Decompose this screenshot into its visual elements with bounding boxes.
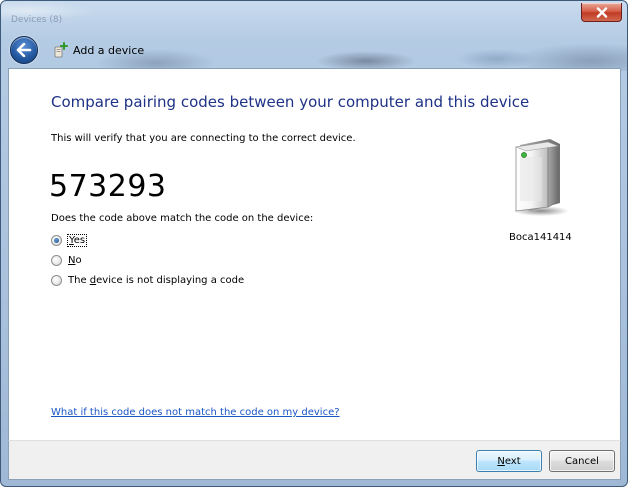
add-device-icon: [54, 42, 68, 58]
next-button[interactable]: Next: [476, 450, 542, 472]
help-link[interactable]: What if this code does not match the cod…: [51, 407, 340, 418]
radio-yes-label[interactable]: Yes: [66, 234, 88, 247]
printer-device-icon: [513, 139, 569, 216]
back-button[interactable]: [10, 36, 38, 64]
radio-no-code-label[interactable]: The device is not displaying a code: [68, 275, 244, 286]
radio-yes[interactable]: [51, 235, 62, 246]
pairing-code: 573293: [49, 169, 167, 204]
back-arrow-icon: [16, 43, 32, 57]
radio-no-label[interactable]: No: [68, 255, 82, 266]
wizard-header: Add a device: [8, 31, 621, 67]
close-button[interactable]: [581, 3, 622, 22]
background-window-title: Devices (8): [11, 15, 63, 25]
intro-text: This will verify that you are connecting…: [51, 133, 356, 144]
wizard-title: Add a device: [73, 44, 145, 57]
radio-option-no[interactable]: No: [51, 253, 82, 268]
radio-no-code[interactable]: [51, 275, 62, 286]
device-name: Boca141414: [509, 232, 572, 243]
main-instruction: Compare pairing codes between your compu…: [51, 93, 530, 111]
match-question: Does the code above match the code on th…: [51, 213, 314, 224]
content-panel: Compare pairing codes between your compu…: [8, 68, 621, 440]
radio-selected-dot: [54, 238, 59, 243]
radio-no[interactable]: [51, 255, 62, 266]
radio-option-yes[interactable]: Yes: [51, 233, 88, 248]
radio-option-no-code[interactable]: The device is not displaying a code: [51, 273, 244, 288]
close-icon: [596, 6, 607, 18]
cancel-button[interactable]: Cancel: [549, 450, 615, 472]
window-frame: Devices (8) Add a device Compare pairing…: [0, 0, 628, 487]
command-area: Next Cancel: [8, 440, 621, 480]
